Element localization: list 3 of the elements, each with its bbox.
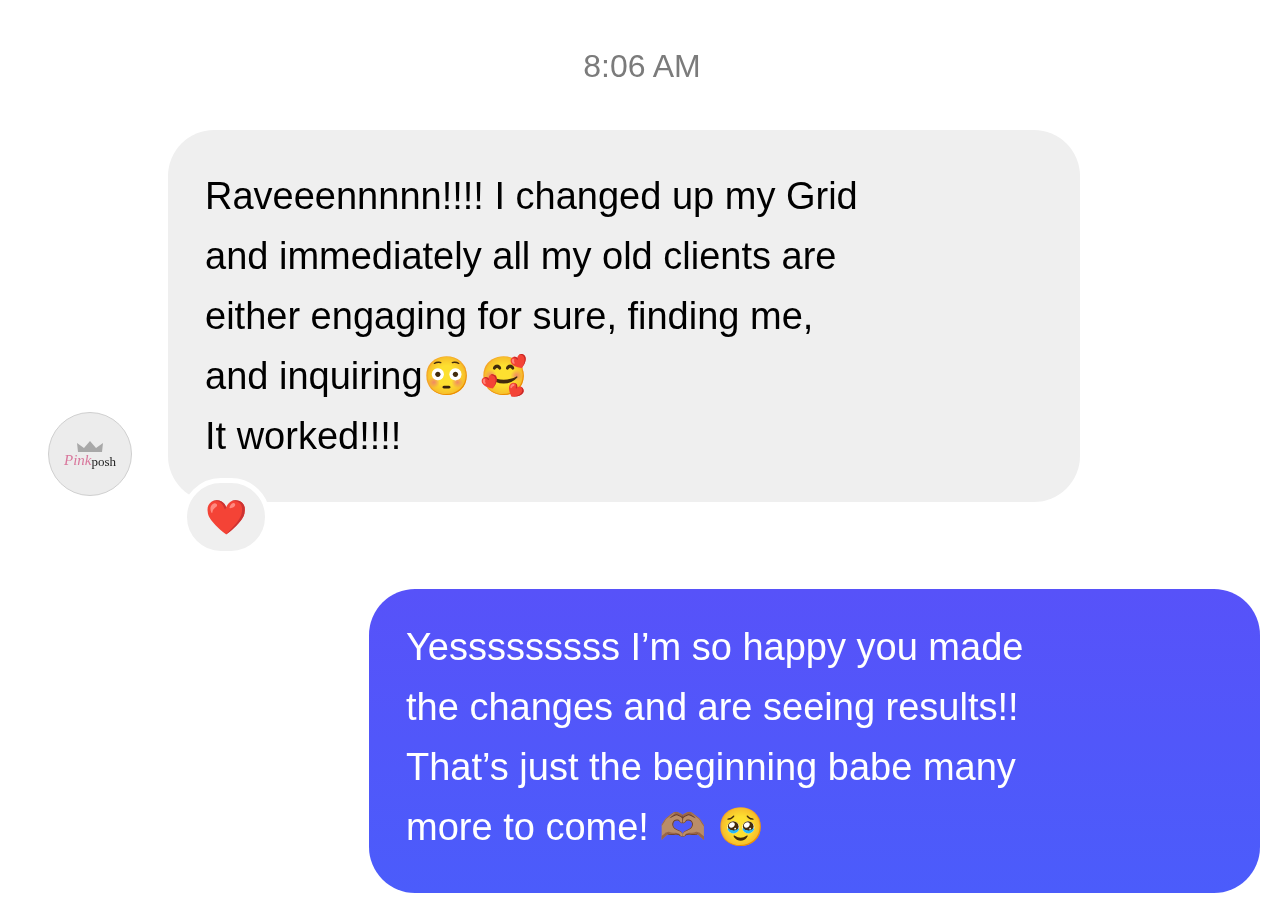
avatar-logo: Pinkposh — [48, 412, 132, 496]
message-bubble: Yesssssssss I’m so happy you made the changes and are seeing results!! That’s just the beginning babe many more to come! 🫶🏽 🥹 — [369, 589, 1260, 893]
timestamp: 8:06 AM — [583, 48, 701, 84]
